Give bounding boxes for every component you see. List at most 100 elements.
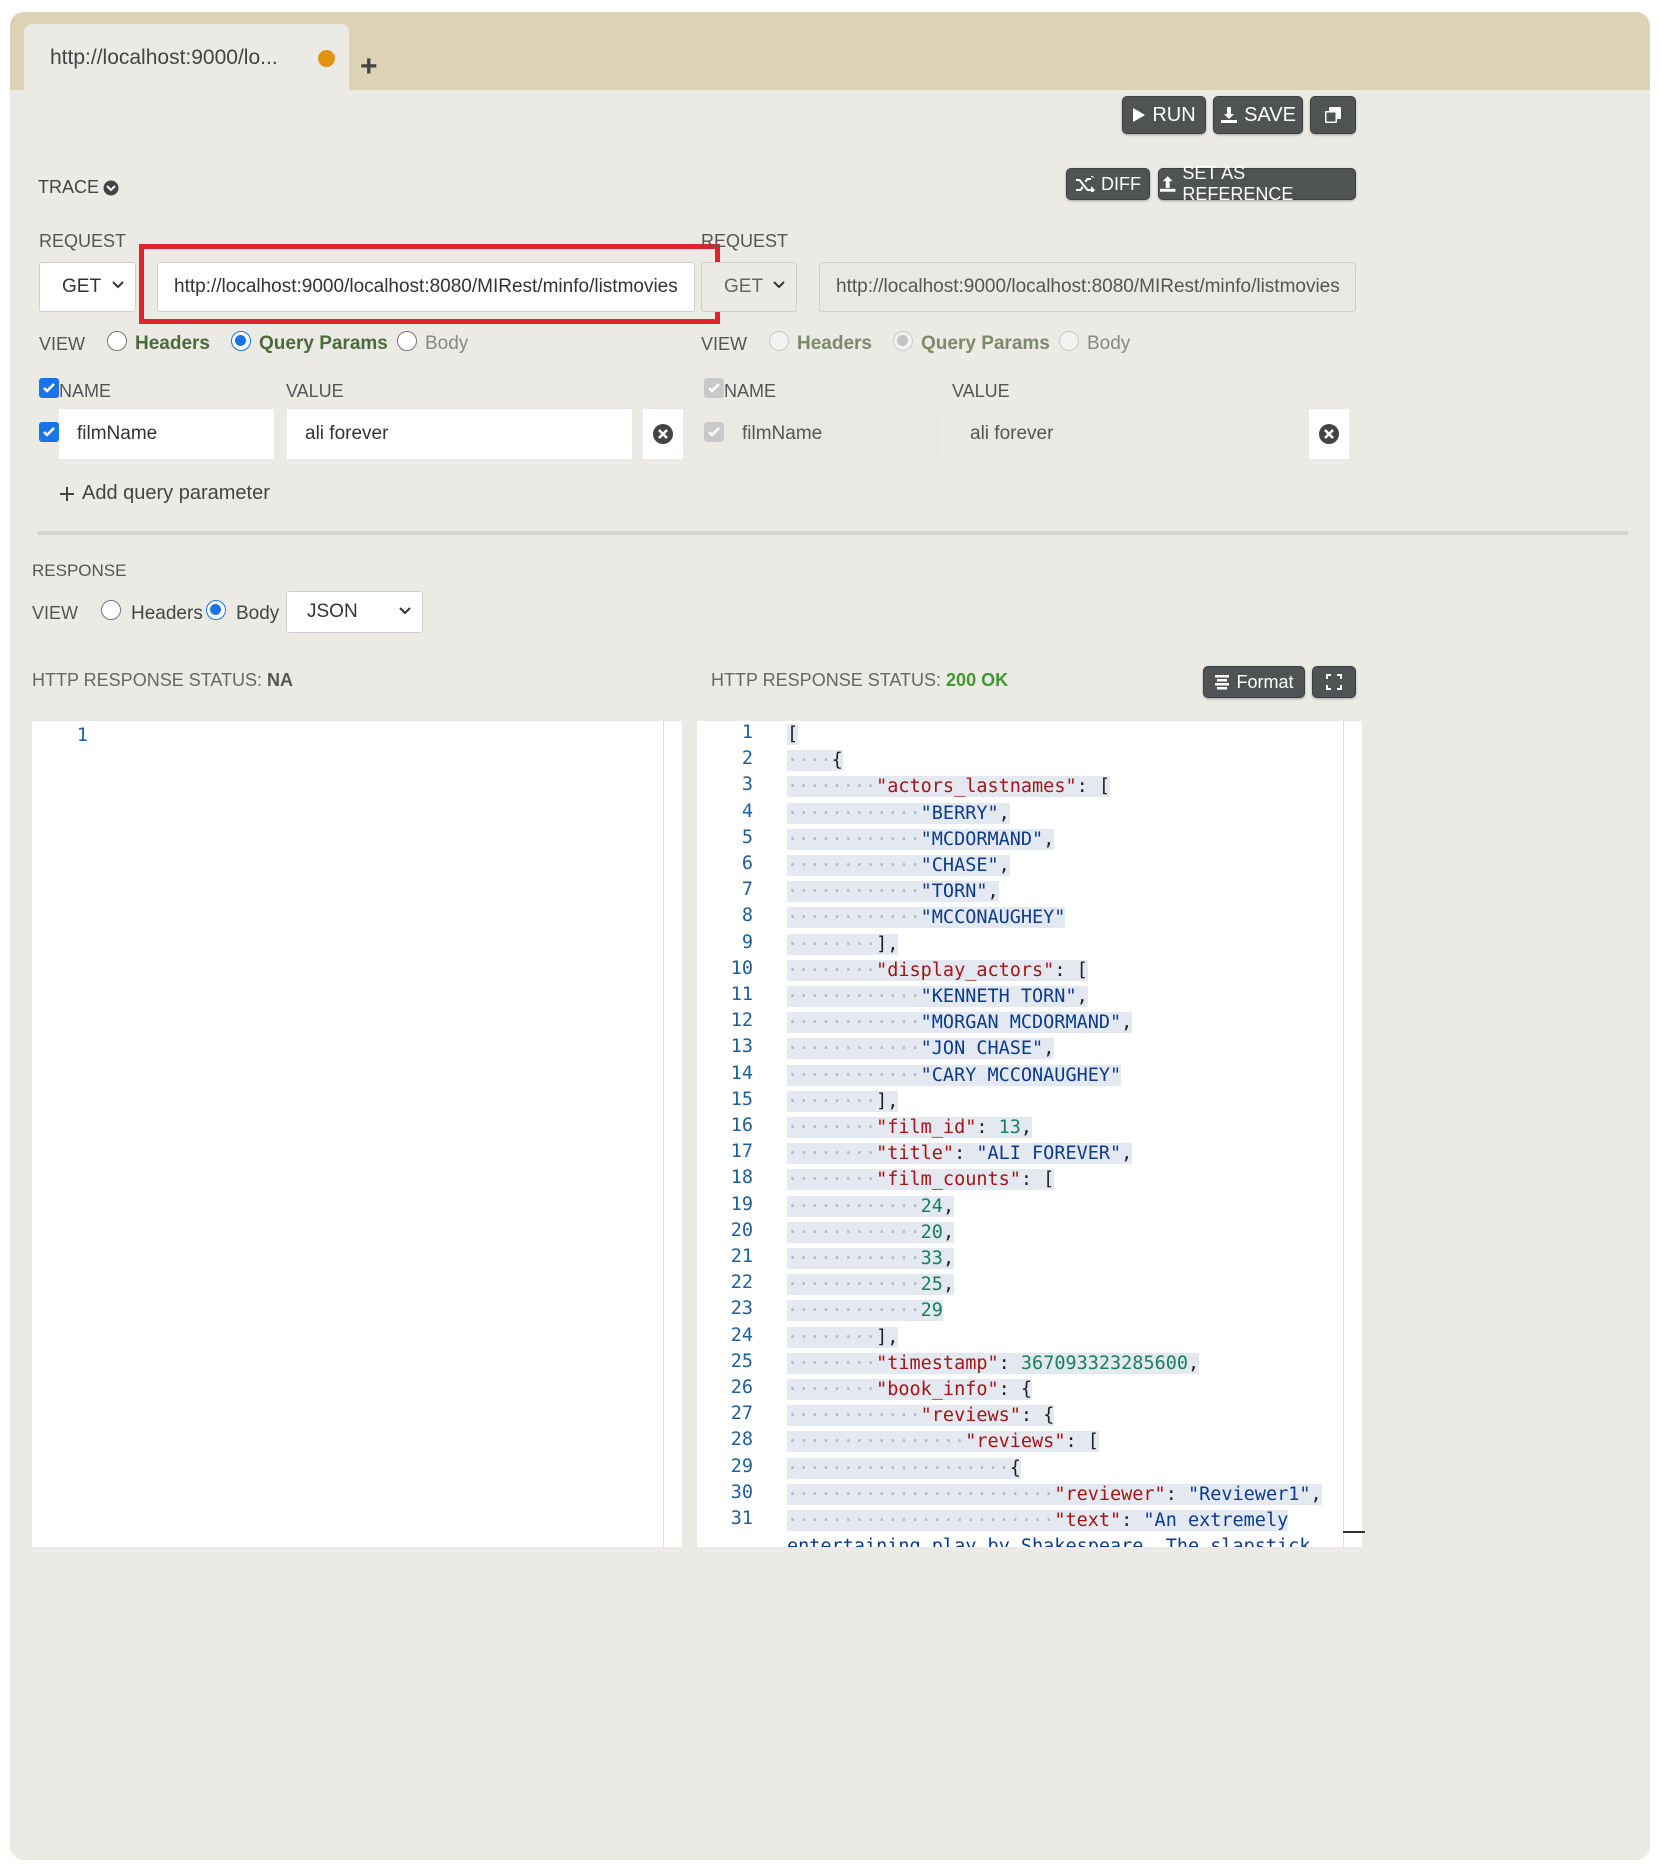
checkmark-icon — [708, 383, 720, 393]
left-remove-param-button[interactable] — [643, 409, 683, 459]
code-line: ············"MORGAN MCDORMAND", — [787, 1012, 1133, 1034]
code-line: ············33, — [787, 1248, 955, 1269]
left-editor-scrollbar[interactable] — [663, 721, 682, 1547]
tab-bar: http://localhost:9000/lo... + — [10, 12, 1650, 92]
code-line: ········"title": "ALI FOREVER", — [787, 1143, 1133, 1165]
url-highlight-box — [139, 244, 720, 324]
code-line: ············"CHASE", — [787, 855, 1010, 876]
add-query-parameter-button[interactable]: Add query parameter — [60, 482, 270, 505]
right-value-header: VALUE — [952, 381, 1010, 401]
save-button[interactable]: SAVE — [1213, 96, 1303, 134]
unsaved-dot-icon — [318, 49, 335, 67]
code-line: ········"film_id": 13, — [787, 1117, 1033, 1138]
left-body-option: Body — [425, 333, 469, 354]
line-number: 28 — [730, 1429, 753, 1451]
left-method-select[interactable]: GET — [39, 262, 136, 312]
close-circle-icon — [1319, 424, 1339, 444]
code-line: ············"TORN", — [787, 881, 999, 903]
line-number: 9 — [741, 931, 753, 953]
chevron-circle-icon — [103, 180, 119, 195]
code-line: ········"display_actors": [ — [787, 959, 1088, 981]
line-number: 17 — [730, 1141, 753, 1163]
tab-title: http://localhost:9000/lo... — [50, 46, 278, 69]
scroll-indicator — [1343, 1531, 1365, 1533]
response-view-label: VIEW — [32, 603, 79, 623]
response-headers-option: Headers — [131, 603, 203, 624]
set-as-reference-button[interactable]: SET AS REFERENCE — [1158, 163, 1356, 204]
code-line: ············20, — [787, 1221, 955, 1243]
line-number: 25 — [730, 1350, 753, 1372]
run-button[interactable]: RUN — [1122, 96, 1206, 134]
right-view-label: VIEW — [701, 334, 748, 354]
code-line: ········"timestamp": 367093323285600, — [787, 1352, 1200, 1374]
left-select-all-checkbox[interactable] — [39, 378, 59, 398]
right-param-checkbox — [704, 422, 724, 442]
line-number: 22 — [730, 1272, 753, 1294]
section-divider — [38, 531, 1628, 535]
checkmark-icon — [708, 427, 720, 437]
code-line: ············"reviews": { — [787, 1405, 1055, 1427]
code-line: ········], — [787, 933, 899, 955]
code-line: ············24, — [787, 1195, 955, 1217]
checkmark-icon — [43, 427, 55, 437]
line-number: 10 — [730, 957, 753, 979]
left-headers-radio[interactable] — [107, 331, 127, 351]
right-editor-scrollbar[interactable] — [1343, 721, 1362, 1547]
right-param-value-input: ali forever — [952, 409, 1297, 459]
plus-icon[interactable]: + — [360, 52, 378, 82]
right-headers-radio — [769, 331, 789, 351]
trace-toggle[interactable]: TRACE — [38, 177, 119, 198]
copy-button[interactable] — [1310, 96, 1356, 134]
right-select-all-checkbox — [704, 378, 724, 398]
left-response-editor[interactable]: 1 — [32, 721, 663, 1547]
code-line-partial: entertaining play by Shakespeare. The sl… — [787, 1536, 1311, 1547]
left-response-status: HTTP RESPONSE STATUS: NA — [32, 670, 294, 690]
code-line: ············"JON CHASE", — [787, 1038, 1055, 1060]
response-format-select[interactable]: JSON — [286, 591, 423, 633]
right-request-label: REQUEST — [701, 231, 789, 251]
code-line: ············"MCCONAUGHEY" — [787, 907, 1066, 929]
left-param-checkbox[interactable] — [39, 422, 59, 442]
line-number: 14 — [730, 1062, 753, 1084]
chevron-down-icon — [112, 281, 124, 289]
right-name-header: NAME — [724, 381, 777, 401]
left-param-value-input[interactable]: ali forever — [287, 409, 632, 459]
right-headers-option: Headers — [797, 333, 872, 354]
left-query-params-radio[interactable] — [231, 331, 251, 351]
line-number: 31 — [730, 1508, 753, 1529]
line-number: 27 — [730, 1403, 753, 1425]
right-body-radio — [1059, 331, 1079, 351]
code-line: ············25, — [787, 1274, 955, 1296]
line-number: 15 — [730, 1088, 753, 1110]
code-line: ············"CARY MCCONAUGHEY" — [787, 1064, 1122, 1086]
left-name-header: NAME — [59, 381, 112, 401]
download-icon — [1221, 107, 1238, 123]
line-number: 30 — [730, 1481, 753, 1503]
code-line: ················"reviews": [ — [787, 1431, 1099, 1453]
copy-icon — [1325, 107, 1341, 123]
upload-icon — [1159, 176, 1176, 192]
diff-button[interactable]: DIFF — [1066, 168, 1150, 200]
fullscreen-button[interactable] — [1312, 666, 1356, 698]
format-button[interactable]: Format — [1203, 666, 1305, 698]
right-response-editor[interactable]: 1 2 3 4 5 6 7 8 9 10 11 12 13 14 15 16 17 18 19 20 21 22 23 24 2… — [697, 721, 1343, 1547]
right-response-status: HTTP RESPONSE STATUS: 200 OK — [711, 670, 1009, 690]
code-line: ························"text": "An extr… — [787, 1510, 1289, 1531]
request-tab[interactable]: http://localhost:9000/lo... — [24, 24, 349, 92]
left-param-name-input[interactable]: filmName — [59, 409, 274, 459]
response-headers-radio[interactable] — [101, 600, 121, 620]
chevron-down-icon — [773, 281, 785, 289]
line-number: 21 — [730, 1246, 753, 1267]
app-window: http://localhost:9000/lo... + RUN SAVE D… — [10, 12, 1650, 1860]
line-number: 11 — [730, 984, 753, 1005]
response-body-radio[interactable] — [206, 600, 226, 620]
left-body-radio[interactable] — [397, 331, 417, 351]
response-body-option: Body — [236, 603, 280, 624]
line-number: 2 — [741, 748, 753, 770]
right-method-select: GET — [701, 262, 797, 312]
code-line: ········"film_counts": [ — [787, 1169, 1055, 1191]
code-line: ············"BERRY", — [787, 802, 1010, 824]
code-line: ········], — [787, 1326, 899, 1348]
line-number: 3 — [741, 774, 753, 796]
line-number: 7 — [741, 879, 753, 901]
